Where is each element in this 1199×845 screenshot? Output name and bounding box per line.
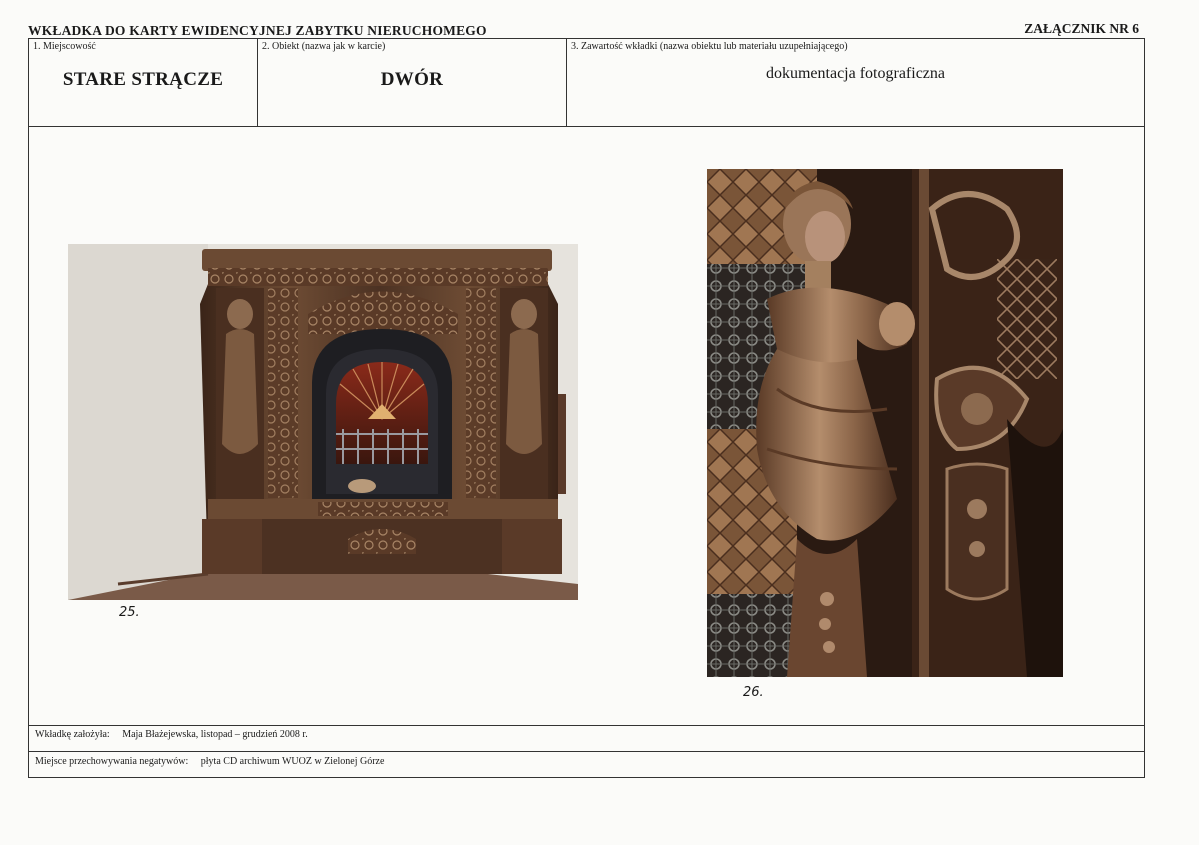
- form-frame: 1. Miejscowość STARE STRĄCZE 2. Obiekt (…: [28, 38, 1145, 778]
- photo-caryatid: [707, 169, 1063, 677]
- locality-value: STARE STRĄCZE: [62, 69, 224, 90]
- caryatid-image: [707, 169, 1063, 677]
- photo-stove: [68, 244, 578, 600]
- object-value: DWÓR: [380, 69, 444, 90]
- form-header-row: 1. Miejscowość STARE STRĄCZE 2. Obiekt (…: [29, 39, 1144, 127]
- photo-caption-26: 26.: [743, 685, 764, 700]
- storage-row: Miejsce przechowywania negatywów: płyta …: [29, 752, 1144, 778]
- contents-value: dokumentacja fotograficzna: [765, 65, 946, 82]
- document-page: WKŁADKA DO KARTY EWIDENCYJNEJ ZABYTKU NI…: [0, 0, 1199, 845]
- storage-value: płyta CD archiwum WUOZ w Zielonej Górze: [200, 756, 385, 767]
- document-title: WKŁADKA DO KARTY EWIDENCYJNEJ ZABYTKU NI…: [28, 23, 487, 38]
- author-label: Wkładkę założyła:: [35, 729, 110, 740]
- annex-number: ZAŁĄCZNIK NR 6: [1024, 21, 1139, 36]
- photo-caption-25: 25.: [119, 605, 140, 620]
- contents-label: 3. Zawartość wkładki (nazwa obiektu lub …: [571, 41, 848, 52]
- locality-cell: 1. Miejscowość STARE STRĄCZE: [29, 39, 258, 126]
- author-value: Maja Błażejewska, listopad – grudzień 20…: [122, 729, 308, 740]
- storage-label: Miejsce przechowywania negatywów:: [35, 756, 189, 767]
- locality-label: 1. Miejscowość: [33, 41, 96, 52]
- stove-image: [68, 244, 578, 600]
- object-cell: 2. Obiekt (nazwa jak w karcie) DWÓR: [258, 39, 567, 126]
- contents-cell: 3. Zawartość wkładki (nazwa obiektu lub …: [567, 39, 1144, 126]
- object-label: 2. Obiekt (nazwa jak w karcie): [262, 41, 386, 52]
- author-row: Wkładkę założyła: Maja Błażejewska, list…: [29, 725, 1144, 752]
